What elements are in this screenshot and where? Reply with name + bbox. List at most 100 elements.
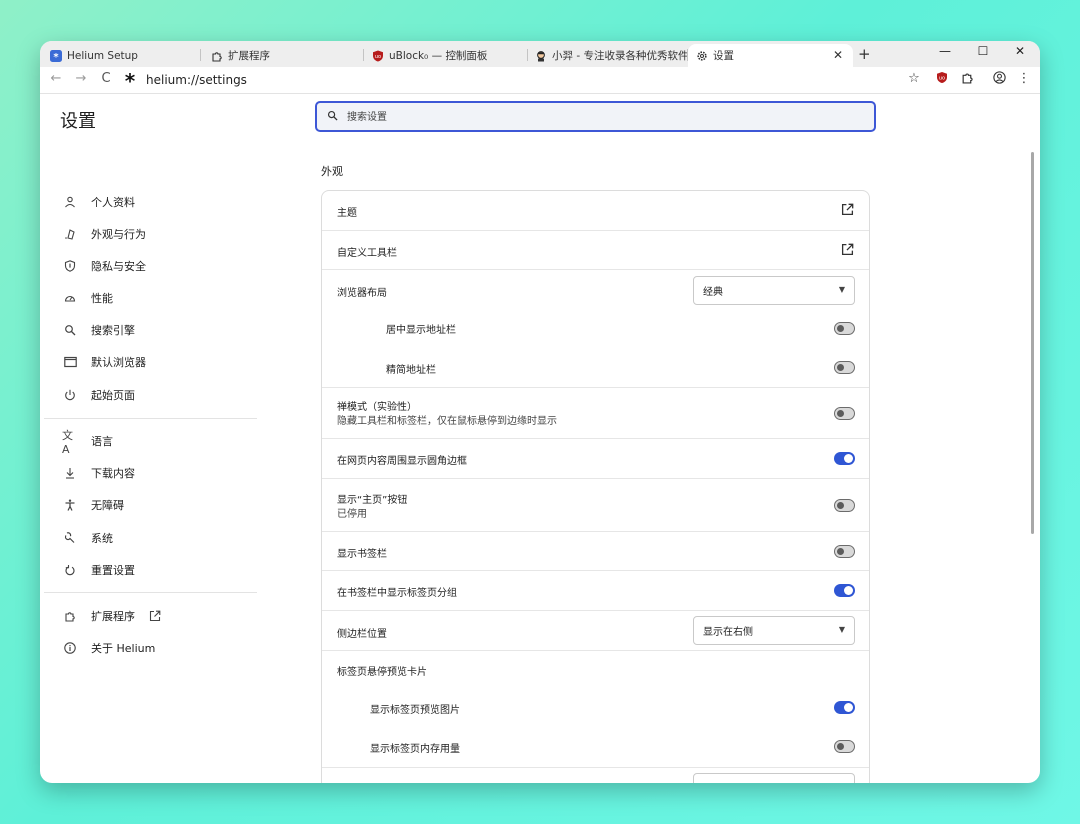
setting-label: 在书签栏中显示标签页分组 <box>337 588 457 599</box>
setting-label: 显示“主页”按钮 <box>337 495 408 506</box>
reset-icon <box>62 562 78 578</box>
paint-icon <box>62 226 78 242</box>
setting-label: 显示标签页预览图片 <box>370 705 460 716</box>
extensions-puzzle-icon[interactable] <box>958 71 976 88</box>
sidebar-item-privacy[interactable]: 隐私与安全 <box>62 256 146 276</box>
sidebar-item-label: 隐私与安全 <box>91 260 146 273</box>
setting-row-compact-address-bar[interactable]: 精简地址栏 <box>322 348 869 387</box>
setting-row-zen-mode[interactable]: 禅模式（实验性） 隐藏工具栏和标签栏，仅在鼠标悬停到边缘时显示 <box>322 387 869 438</box>
show-bookmarks-bar-toggle[interactable] <box>834 545 855 558</box>
setting-row-customize-toolbar[interactable]: 自定义工具栏 <box>322 230 869 269</box>
chevron-down-icon: ▼ <box>838 625 845 634</box>
sidebar-item-label: 下载内容 <box>91 467 135 480</box>
puzzle-icon <box>62 608 78 624</box>
sidebar-item-label: 无障碍 <box>91 499 124 512</box>
tab-memory-usage-toggle[interactable] <box>834 740 855 753</box>
appearance-settings-card: 主题 自定义工具栏 浏览器布局 经典 ▼ 居中显示地址栏 精简地址栏 禅模式（实… <box>321 190 870 783</box>
sidebar-item-label: 关于 Helium <box>91 642 156 655</box>
sidebar-item-languages[interactable]: 文A 语言 <box>62 429 113 456</box>
search-input[interactable] <box>347 108 847 126</box>
sidebar-item-appearance[interactable]: 外观与行为 <box>62 224 146 244</box>
close-tab-icon[interactable]: ✕ <box>833 48 843 62</box>
sidebar-item-accessibility[interactable]: 无障碍 <box>62 495 124 515</box>
setting-row-tab-groups-in-bookmarks[interactable]: 在书签栏中显示标签页分组 <box>322 570 869 610</box>
select-value: 经典 <box>703 287 723 298</box>
setting-row-show-home-button[interactable]: 显示“主页”按钮 已停用 <box>322 478 869 531</box>
setting-label: 精简地址栏 <box>386 365 436 376</box>
select-value: 显示在右侧 <box>703 627 753 638</box>
back-icon[interactable]: ← <box>47 71 65 86</box>
sidebar-item-label: 扩展程序 <box>91 610 135 623</box>
new-tab-icon[interactable]: + <box>858 45 871 63</box>
sidebar-item-about[interactable]: 关于 Helium <box>62 638 155 658</box>
sidebar-item-startup[interactable]: 起始页面 <box>62 385 135 405</box>
tab-label: 设置 <box>713 50 734 62</box>
setting-label: 浏览器布局 <box>337 288 387 299</box>
download-icon <box>62 465 78 481</box>
tab-preview-image-toggle[interactable] <box>834 701 855 714</box>
rounded-border-toggle[interactable] <box>834 452 855 465</box>
profile-icon[interactable] <box>990 71 1008 88</box>
sidebar-item-reset[interactable]: 重置设置 <box>62 560 135 580</box>
person-icon <box>62 194 78 210</box>
external-link-icon <box>149 610 161 622</box>
partial-select[interactable] <box>693 773 855 783</box>
tab-extensions[interactable]: 扩展程序 <box>203 44 363 67</box>
zen-mode-toggle[interactable] <box>834 407 855 420</box>
setting-row-partial <box>322 767 869 783</box>
setting-label: 在网页内容周围显示圆角边框 <box>337 456 467 467</box>
external-link-icon[interactable] <box>841 203 855 217</box>
gear-icon <box>696 50 708 62</box>
sidebar-item-downloads[interactable]: 下载内容 <box>62 463 135 483</box>
compact-address-bar-toggle[interactable] <box>834 361 855 374</box>
ublock-extension-icon[interactable]: uo <box>933 71 951 88</box>
tab-helium-setup[interactable]: * Helium Setup <box>42 44 192 67</box>
center-address-bar-toggle[interactable] <box>834 322 855 335</box>
sidebar-item-performance[interactable]: 性能 <box>62 288 113 308</box>
setting-label: 标签页悬停预览卡片 <box>337 667 427 678</box>
maximize-icon[interactable]: ☐ <box>971 44 995 58</box>
menu-kebab-icon[interactable]: ⋮ <box>1015 71 1033 86</box>
tab-groups-in-bookmarks-toggle[interactable] <box>834 584 855 597</box>
setting-row-theme[interactable]: 主题 <box>322 191 869 230</box>
tab-settings[interactable]: 设置 ✕ <box>688 44 853 67</box>
setting-row-tab-preview-image[interactable]: 显示标签页预览图片 <box>322 688 869 727</box>
sidebar-position-select[interactable]: 显示在右侧 ▼ <box>693 616 855 645</box>
sidebar-item-system[interactable]: 系统 <box>62 528 113 548</box>
setting-row-show-bookmarks-bar[interactable]: 显示书签栏 <box>322 531 869 570</box>
show-home-button-toggle[interactable] <box>834 499 855 512</box>
setting-row-rounded-border[interactable]: 在网页内容周围显示圆角边框 <box>322 438 869 478</box>
sidebar-item-search-engine[interactable]: 搜索引擎 <box>62 320 135 340</box>
settings-sidebar: 设置 个人资料 外观与行为 隐私与安全 性能 搜索引擎 默认浏览器 起始页面 文… <box>40 94 260 783</box>
sidebar-item-label: 系统 <box>91 532 113 545</box>
section-title-appearance: 外观 <box>321 165 343 178</box>
forward-icon[interactable]: → <box>72 71 90 86</box>
ublock-icon: uo <box>372 50 384 62</box>
tab-label: uBlock₀ — 控制面板 <box>389 50 488 62</box>
setting-row-center-address-bar[interactable]: 居中显示地址栏 <box>322 309 869 348</box>
address-bar[interactable]: helium://settings <box>146 73 247 87</box>
reload-icon[interactable]: C <box>97 71 115 86</box>
tab-separator <box>200 49 201 61</box>
setting-row-tab-memory-usage[interactable]: 显示标签页内存用量 <box>322 727 869 767</box>
external-link-icon[interactable] <box>841 243 855 257</box>
page-title: 设置 <box>60 111 96 132</box>
info-icon <box>62 640 78 656</box>
close-window-icon[interactable]: ✕ <box>1008 44 1032 58</box>
tab-xiaoyi[interactable]: 小羿 - 专注收录各种优秀软件 <box>527 44 687 67</box>
tab-ublock[interactable]: uo uBlock₀ — 控制面板 <box>364 44 524 67</box>
sidebar-item-extensions[interactable]: 扩展程序 <box>62 606 161 626</box>
setting-label: 显示标签页内存用量 <box>370 744 460 755</box>
tab-strip: * Helium Setup 扩展程序 uo uBlock₀ — 控制面板 小羿… <box>40 41 1040 67</box>
avatar-icon <box>535 50 547 62</box>
sidebar-item-default-browser[interactable]: 默认浏览器 <box>62 352 146 372</box>
scrollbar-thumb[interactable] <box>1031 152 1034 534</box>
setting-label: 主题 <box>337 208 357 219</box>
sidebar-item-label: 外观与行为 <box>91 228 146 241</box>
bookmark-star-icon[interactable]: ☆ <box>905 71 923 86</box>
browser-layout-select[interactable]: 经典 ▼ <box>693 276 855 305</box>
search-box[interactable] <box>315 101 876 132</box>
helium-logo-icon: * <box>124 69 137 93</box>
sidebar-item-profile[interactable]: 个人资料 <box>62 192 135 212</box>
minimize-icon[interactable]: — <box>933 44 957 58</box>
